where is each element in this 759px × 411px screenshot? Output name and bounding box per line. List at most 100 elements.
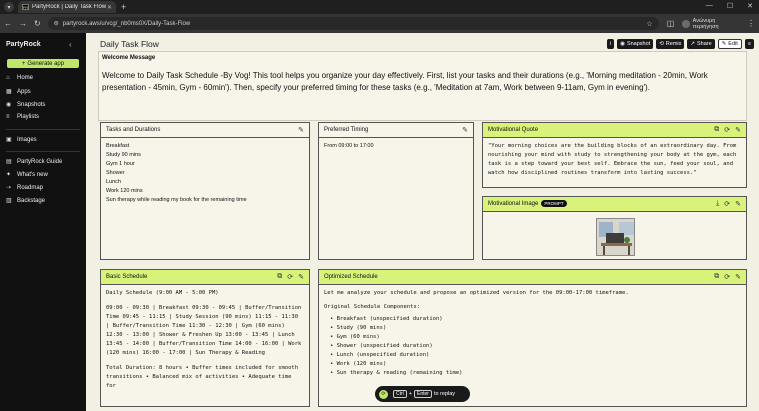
home-icon: ⌂ (6, 75, 10, 81)
widget-header: Motivational Image PROMPT ⤓ ⟳ ✎ (483, 197, 746, 212)
sidebar-item-whats-new[interactable]: ✦ What's new (6, 171, 48, 179)
page-title: Daily Task Flow (100, 39, 159, 49)
share-button[interactable]: ↗ Share (687, 39, 715, 49)
widget-title: Optimized Schedule (324, 274, 378, 280)
browser-toolbar: ← → ↻ ⊜ partyrock.aws/u/vcg/_nb0ms0X/Dai… (0, 14, 759, 33)
edit-widget-icon[interactable]: ✎ (298, 273, 304, 281)
edit-widget-icon[interactable]: ✎ (735, 126, 741, 134)
welcome-text: Welcome to Daily Task Schedule -By Vog! … (102, 71, 708, 92)
sidebar-item-roadmap[interactable]: ⇢ Roadmap (6, 184, 43, 192)
tab-search-icon[interactable]: ▾ (4, 2, 14, 12)
split-screen-icon[interactable]: ◫ (667, 19, 675, 28)
edit-label: Edit (728, 41, 738, 47)
sidebar-item-home[interactable]: ⌂ Home (6, 75, 33, 81)
sidebar-item-label: Images (17, 136, 37, 143)
address-bar[interactable]: ⊜ partyrock.aws/u/vcg/_nb0ms0X/Daily-Tas… (47, 17, 659, 30)
generate-app-button[interactable]: + Generate app (7, 59, 79, 68)
browser-tab-bar: ▾ PR PartyRock | Daily Task Flow ✕ + — ☐… (0, 0, 759, 14)
sidebar-item-snapshots[interactable]: ◉ Snapshots (6, 101, 45, 109)
quote-widget: Motivational Quote ⧉ ⟳ ✎ "Your morning c… (482, 122, 747, 188)
list-item-text: Sun therapy & reading (remaining time) (336, 370, 463, 376)
guide-icon: ▤ (6, 159, 12, 165)
forward-icon[interactable]: → (19, 19, 27, 28)
sidebar-item-label: Apps (17, 88, 31, 95)
copy-icon[interactable]: ⧉ (277, 273, 282, 281)
share-icon: ↗ (690, 41, 695, 47)
profile-button[interactable]: Ανώνυμη περιήγηση (682, 18, 739, 30)
backstage-icon: ▥ (6, 198, 12, 204)
reload-icon[interactable]: ↻ (34, 19, 41, 28)
motivational-image[interactable] (596, 218, 635, 256)
image-widget: Motivational Image PROMPT ⤓ ⟳ ✎ (482, 196, 747, 260)
collapse-sidebar-icon[interactable]: ‹ (69, 40, 72, 49)
widget-title: Basic Schedule (106, 274, 148, 280)
snapshot-button[interactable]: ◉ Snapshot (617, 39, 654, 49)
optimized-schedule-output: Let me analyze your schedule and propose… (319, 285, 746, 382)
plus-icon: + (21, 60, 26, 67)
tasks-input[interactable]: Breakfast Study 90 mins Gym 1 hour Showe… (101, 138, 309, 209)
edit-icon: ✎ (721, 41, 727, 47)
sidebar-item-guide[interactable]: ▤ PartyRock Guide (6, 158, 62, 166)
prompt-badge[interactable]: PROMPT (541, 200, 567, 207)
sidebar-item-apps[interactable]: ▦ Apps (6, 88, 31, 96)
bookmark-star-icon[interactable]: ☆ (646, 20, 652, 28)
list-item: • Gym (60 mins) (330, 334, 380, 340)
list-item-text: Gym (60 mins) (336, 334, 380, 340)
sidebar-item-images[interactable]: ▣ Images (6, 136, 37, 144)
tab-close-icon[interactable]: ✕ (107, 4, 112, 11)
enter-key: Enter (414, 390, 432, 398)
sidebar-item-backstage[interactable]: ▥ Backstage (6, 197, 46, 205)
edit-widget-icon[interactable]: ✎ (298, 126, 304, 134)
task-line: Gym 1 hour (106, 161, 135, 167)
maximize-icon[interactable]: ☐ (727, 2, 733, 10)
optimized-intro: Let me analyze your schedule and propose… (324, 290, 629, 296)
new-tab-icon[interactable]: + (121, 2, 126, 12)
retry-icon[interactable]: ⟳ (287, 273, 293, 281)
tasks-widget: Tasks and Durations ✎ Breakfast Study 90… (100, 122, 310, 260)
remix-button[interactable]: ⟲ Remix (656, 39, 685, 49)
url-text: partyrock.aws/u/vcg/_nb0ms0X/Daily-Task-… (62, 20, 191, 27)
site-info-icon[interactable]: ⊜ (54, 20, 59, 27)
retry-icon[interactable]: ⟳ (724, 200, 730, 208)
share-label: Share (697, 41, 712, 47)
window-controls: — ☐ ✕ (706, 2, 753, 10)
list-item: • Work (120 mins) (330, 361, 387, 367)
remix-icon: ⟲ (659, 41, 664, 47)
copy-icon[interactable]: ⧉ (714, 273, 719, 281)
download-icon[interactable]: ⤓ (716, 200, 719, 208)
copy-icon[interactable]: ⧉ (714, 126, 719, 134)
edit-button[interactable]: ✎ Edit (717, 39, 742, 49)
roadmap-icon: ⇢ (6, 185, 12, 191)
browser-menu-icon[interactable]: ⋮ (747, 19, 755, 28)
replay-label: to replay (433, 391, 456, 397)
list-item: • Lunch (unspecified duration) (330, 352, 430, 358)
widget-header: Preferred Timing ✎ (319, 123, 473, 138)
sidebar: PartyRock ‹ + Generate app ⌂ Home ▦ Apps ◉… (0, 33, 86, 411)
sidebar-item-label: Backstage (17, 197, 46, 204)
back-icon[interactable]: ← (4, 19, 12, 28)
widget-title: Tasks and Durations (106, 127, 161, 133)
info-button[interactable]: i (606, 39, 615, 49)
ctrl-key: Ctrl (393, 390, 407, 398)
schedule-heading: Daily Schedule (9:00 AM - 5:00 PM) (106, 290, 219, 296)
brand-logo[interactable]: PartyRock (6, 41, 41, 48)
window-close-icon[interactable]: ✕ (747, 2, 753, 10)
widget-title: Preferred Timing (324, 127, 369, 133)
sidebar-item-playlists[interactable]: ≡ Playlists (6, 114, 39, 120)
browser-tab[interactable]: PR PartyRock | Daily Task Flow ✕ (18, 1, 116, 13)
retry-icon[interactable]: ⟳ (724, 126, 730, 134)
task-line: Lunch (106, 179, 121, 185)
menu-button[interactable]: ≡ (744, 39, 754, 49)
replay-button[interactable]: ⟳ Ctrl + Enter to replay (375, 386, 470, 402)
retry-icon[interactable]: ⟳ (724, 273, 730, 281)
task-line: Breakfast (106, 143, 130, 149)
edit-widget-icon[interactable]: ✎ (735, 273, 741, 281)
camera-icon: ◉ (6, 102, 12, 108)
edit-widget-icon[interactable]: ✎ (462, 126, 468, 134)
timing-widget: Preferred Timing ✎ From 09:00 to 17:00 (318, 122, 474, 260)
edit-widget-icon[interactable]: ✎ (735, 200, 741, 208)
hamburger-icon: ≡ (747, 41, 751, 47)
timing-input[interactable]: From 09:00 to 17:00 (319, 138, 473, 155)
camera-icon: ◉ (620, 41, 625, 47)
minimize-icon[interactable]: — (706, 2, 713, 10)
